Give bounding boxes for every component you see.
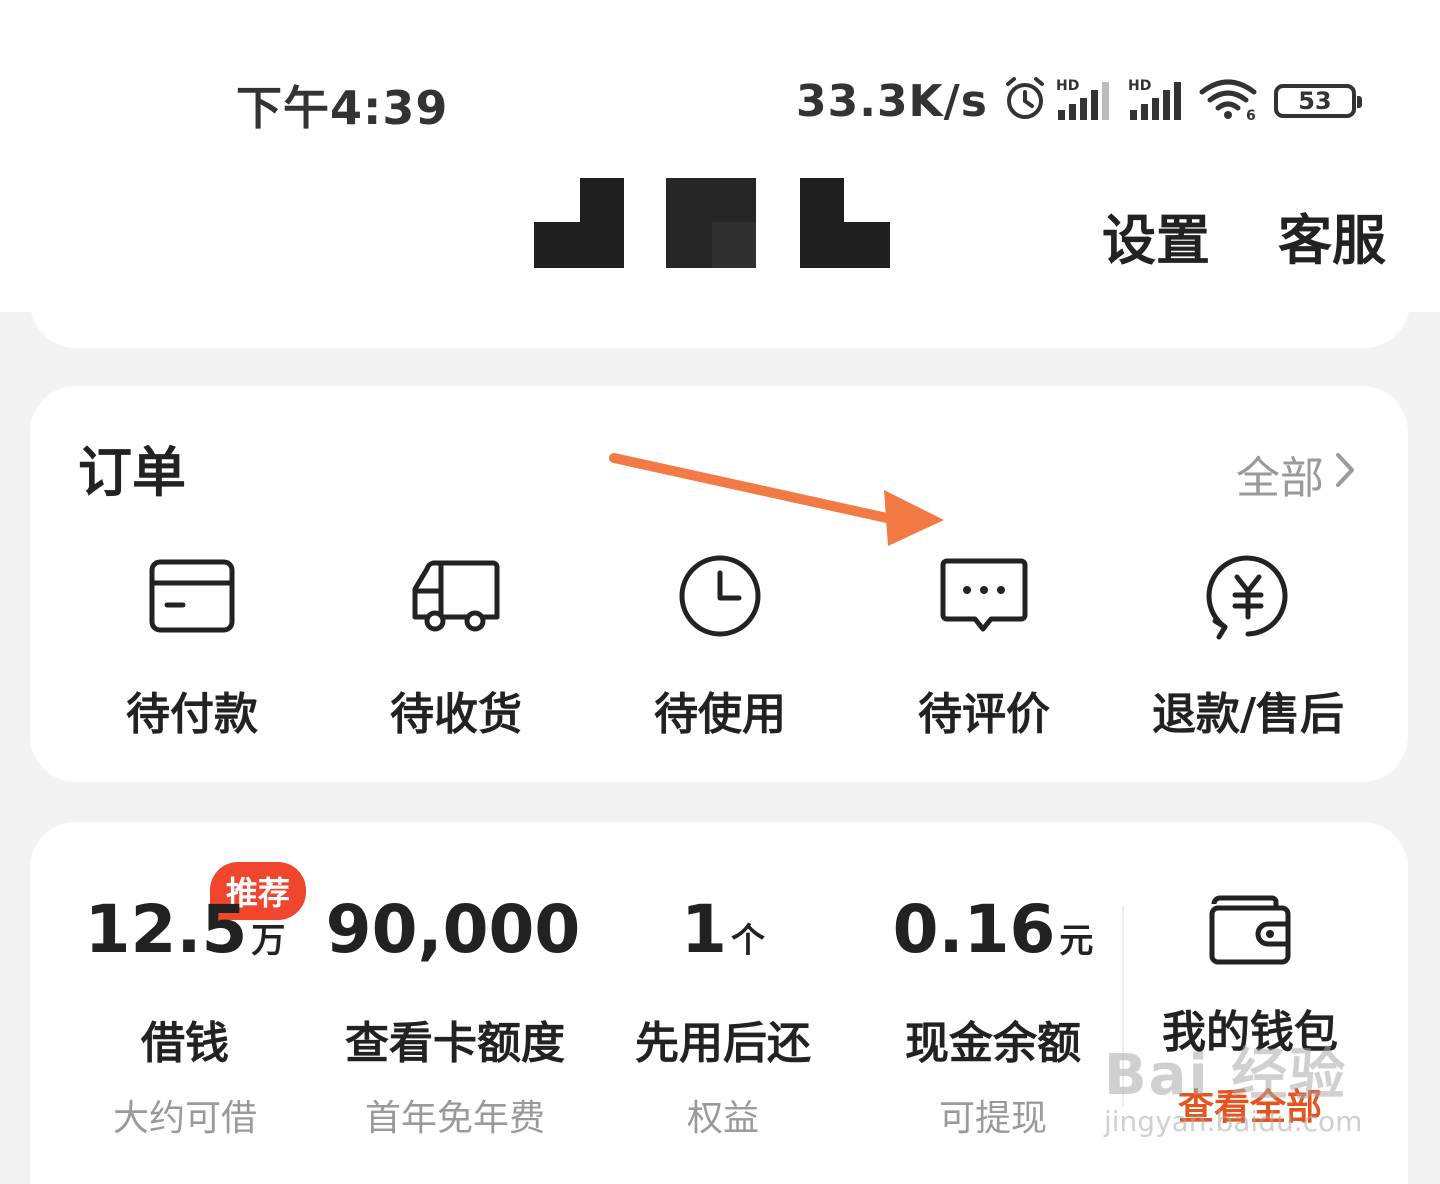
user-name-mosaic: [534, 178, 890, 268]
order-pending-use[interactable]: 待使用: [588, 550, 852, 742]
battery-level: 53: [1298, 87, 1332, 115]
wifi-icon: 6: [1198, 76, 1260, 126]
finance-label: 借钱: [141, 1018, 229, 1069]
card-icon: [60, 550, 324, 642]
comment-icon: [852, 550, 1116, 642]
finance-value: 90,000: [325, 891, 581, 968]
finance-label: 先用后还: [635, 1018, 811, 1069]
status-time: 下午4:39: [236, 81, 449, 135]
orders-title: 订单: [78, 441, 186, 504]
hd-signal-icon: HD: [1126, 76, 1192, 126]
svg-text:HD: HD: [1128, 78, 1151, 94]
baidu-watermark: Bai 经验 jingyan.baidu.com: [1104, 1030, 1362, 1138]
finance-pay-later[interactable]: 1个 先用后还 权益: [610, 892, 836, 1141]
chevron-right-icon: [1334, 449, 1356, 500]
finance-label: 现金余额: [905, 1018, 1081, 1069]
hd-signal-icon: HD: [1054, 76, 1120, 126]
finance-sub: 首年免年费: [364, 1098, 545, 1139]
svg-text:6: 6: [1246, 108, 1256, 122]
finance-value: 12.5: [84, 891, 248, 968]
finance-cash-balance[interactable]: 0.16 元 现金余额 可提现: [880, 892, 1106, 1141]
finance-card-limit[interactable]: 90,000 查看卡额度 首年免年费: [320, 892, 590, 1141]
order-item-label: 待评价: [918, 689, 1050, 740]
finance-value: 0.16: [892, 891, 1056, 968]
view-all-label: 全部: [1236, 453, 1324, 504]
watermark-main: Bai 经验: [1104, 1043, 1348, 1108]
previous-card-edge: [30, 290, 1410, 348]
finance-sub: 大约可借: [112, 1098, 257, 1139]
header-area: 下午4:39 33.3K/s HD HD 6 53 设置 客服: [0, 0, 1440, 312]
order-item-label: 待收货: [390, 689, 522, 740]
finance-sub: 可提现: [938, 1098, 1047, 1139]
watermark-url: jingyan.baidu.com: [1104, 1105, 1363, 1138]
order-pending-receipt[interactable]: 待收货: [324, 550, 588, 742]
settings-link[interactable]: 设置: [1102, 196, 1210, 275]
battery-icon: 53: [1273, 84, 1362, 118]
finance-unit: 个: [730, 921, 765, 961]
order-item-label: 待付款: [126, 689, 258, 740]
clock-icon: [588, 550, 852, 642]
finance-value: 1: [681, 891, 727, 968]
order-item-label: 待使用: [654, 689, 786, 740]
customer-service-link[interactable]: 客服: [1278, 196, 1386, 275]
net-speed: 33.3K/s: [796, 75, 988, 127]
svg-text:HD: HD: [1056, 78, 1079, 94]
refund-yuan-icon: [1116, 550, 1380, 642]
finance-label: 查看卡额度: [345, 1018, 565, 1069]
orders-view-all[interactable]: 全部: [1236, 442, 1356, 506]
annotation-arrow: [609, 453, 944, 546]
order-item-label: 退款/售后: [1151, 689, 1345, 740]
order-refund-aftersale[interactable]: 退款/售后: [1116, 550, 1380, 742]
alarm-icon: [1002, 76, 1048, 126]
truck-icon: [324, 550, 588, 642]
wallet-icon: [1134, 892, 1366, 968]
status-icons: 33.3K/s HD HD 6 53: [796, 72, 1362, 130]
order-pending-payment[interactable]: 待付款: [60, 550, 324, 742]
order-pending-review[interactable]: 待评价: [852, 550, 1116, 742]
finance-unit: 元: [1059, 921, 1094, 961]
finance-borrow[interactable]: 12.5 万 借钱 大约可借: [70, 892, 300, 1141]
finance-sub: 权益: [686, 1098, 759, 1139]
finance-unit: 万: [251, 921, 286, 961]
